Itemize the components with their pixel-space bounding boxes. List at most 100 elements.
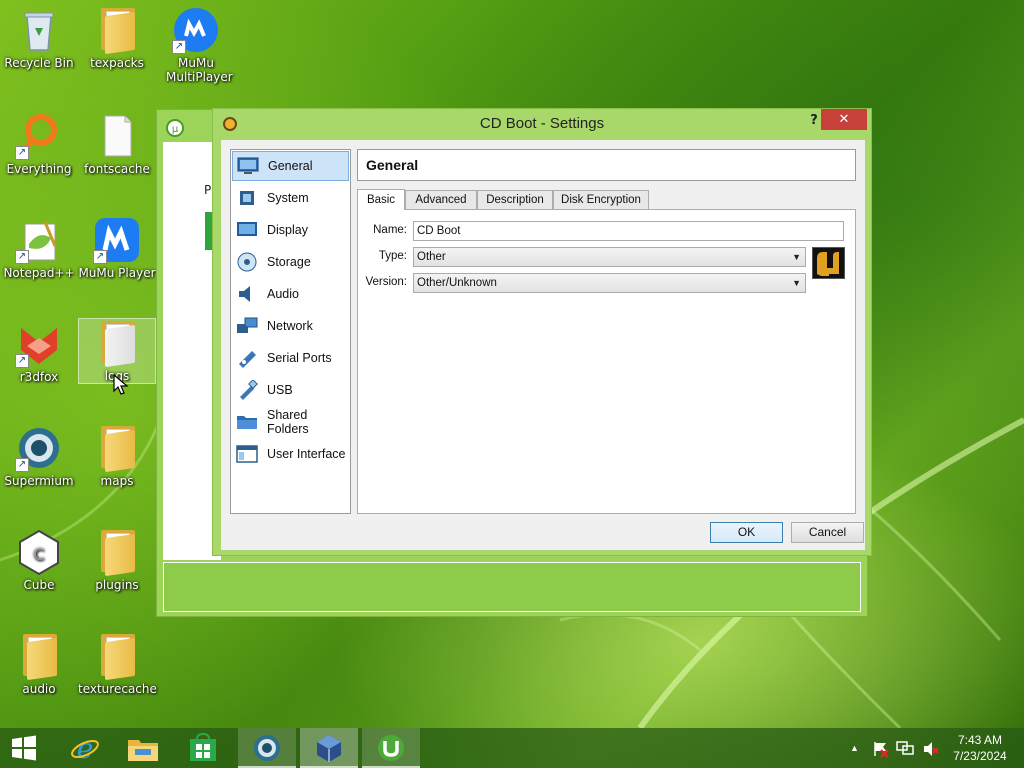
nav-item-general[interactable]: General (232, 151, 349, 181)
nav-item-system[interactable]: System (232, 183, 349, 213)
desktop-icon-label: Supermium (4, 474, 74, 488)
ok-button[interactable]: OK (710, 522, 783, 543)
folder-icon (93, 528, 141, 577)
nav-item-usb[interactable]: USB (232, 375, 349, 405)
folder-icon (93, 632, 141, 681)
file-explorer-icon (128, 740, 158, 761)
desktop-icon-fontscache[interactable]: fontscache (78, 112, 156, 176)
nav-item-serial-ports[interactable]: Serial Ports (232, 343, 349, 373)
shortcut-arrow-icon: ↗ (15, 250, 29, 264)
desktop-icon-texturecache[interactable]: texturecache (78, 632, 157, 696)
desktop-icon-texpacks[interactable]: texpacks (78, 6, 156, 70)
nav-item-label: USB (267, 383, 293, 397)
taskbar: e ▲ 7:43 AM 7/23/2024 (0, 728, 1024, 768)
dialog-title: CD Boot - Settings (479, 115, 605, 132)
show-hidden-icons-button[interactable]: ▲ (850, 728, 864, 768)
name-label: Name: (373, 224, 407, 236)
start-button[interactable] (0, 728, 48, 768)
type-label: Type: (378, 250, 407, 262)
nav-item-storage[interactable]: Storage (232, 247, 349, 277)
file-icon (93, 112, 141, 160)
desktop-icon-label: Cube (23, 578, 55, 592)
type-select[interactable]: Other ▼ (413, 247, 806, 267)
desktop-icon-mumu-multiplayer[interactable]: ↗ MuMu MultiPlayer (156, 6, 236, 84)
desktop-icon-label: MuMu Player (78, 266, 156, 280)
r3dfox-app-icon: ↗ (15, 320, 63, 368)
taskbar-virtualbox[interactable] (300, 728, 358, 768)
tab-basic[interactable]: Basic (357, 189, 405, 210)
supermium-icon (254, 735, 280, 761)
chip-icon (236, 188, 258, 208)
mumu-player-app-icon: ↗ (93, 216, 141, 264)
taskbar-supermium[interactable] (238, 728, 296, 768)
name-input[interactable]: CD Boot (413, 221, 844, 241)
taskbar-utorrent[interactable] (362, 728, 420, 768)
taskbar-clock[interactable]: 7:43 AM 7/23/2024 (944, 732, 1016, 764)
desktop-icon-supermium[interactable]: ↗ Supermium (0, 424, 78, 488)
version-label: Version: (365, 276, 407, 288)
recycle-bin-icon (15, 6, 63, 54)
shortcut-arrow-icon: ↗ (93, 250, 107, 264)
shortcut-arrow-icon: ↗ (15, 458, 29, 472)
desktop-icon-audio[interactable]: audio (0, 632, 78, 696)
shortcut-arrow-icon: ↗ (172, 40, 186, 54)
settings-dialog[interactable]: CD Boot - Settings ? ✕ General System Di… (212, 108, 872, 556)
clock-time: 7:43 AM (957, 733, 1003, 747)
mumu-multiplayer-app-icon: ↗ (172, 6, 220, 54)
utorrent-icon (378, 735, 404, 761)
desktop-icon-mumu-player[interactable]: ↗ MuMu Player (78, 216, 156, 280)
window-icon (236, 444, 258, 464)
version-select[interactable]: Other/Unknown ▼ (413, 273, 806, 293)
everything-app-icon: ↗ (15, 112, 63, 160)
close-button[interactable]: ✕ (821, 109, 867, 130)
desktop-icon-cube[interactable]: C Cube (0, 528, 78, 592)
nav-item-label: General (268, 159, 313, 173)
tab-disk-encryption[interactable]: Disk Encryption (553, 190, 649, 210)
usb-icon (236, 379, 258, 400)
cancel-button[interactable]: Cancel (791, 522, 864, 543)
folder-icon (93, 424, 141, 473)
background-window-status-area (163, 562, 861, 612)
volume-muted-icon[interactable] (922, 728, 942, 768)
nav-item-user-interface[interactable]: User Interface (232, 439, 349, 469)
desktop-icon-label: audio (22, 682, 56, 696)
desktop-icon-everything[interactable]: ↗ Everything (0, 112, 78, 176)
desktop-icon-label: MuMu MultiPlayer (166, 56, 233, 84)
nav-item-label: Display (267, 223, 308, 237)
nav-item-audio[interactable]: Audio (232, 279, 349, 309)
clock-date: 7/23/2024 (953, 749, 1007, 763)
desktop-icon-label: Notepad++ (3, 266, 75, 280)
chevron-down-icon: ▼ (792, 252, 801, 262)
tab-description[interactable]: Description (477, 190, 553, 210)
tab-advanced[interactable]: Advanced (405, 190, 477, 210)
desktop-icon-notepadpp[interactable]: ↗ Notepad++ (0, 216, 78, 280)
nav-item-shared-folders[interactable]: Shared Folders (232, 407, 349, 437)
section-title: General (357, 149, 856, 181)
folder-icon (15, 632, 63, 681)
chevron-down-icon: ▼ (792, 278, 801, 288)
windows-logo-icon (12, 735, 36, 761)
speaker-icon (236, 284, 258, 304)
virtualbox-icon (317, 735, 341, 762)
disk-icon (236, 252, 258, 272)
internet-explorer-icon: e (71, 732, 99, 764)
taskbar-store[interactable] (174, 728, 232, 768)
nav-item-display[interactable]: Display (232, 215, 349, 245)
nav-item-network[interactable]: Network (232, 311, 349, 341)
cube-app-icon: C (15, 528, 63, 576)
os-type-icon (812, 247, 845, 279)
serial-port-icon (236, 348, 258, 368)
desktop-icon-recycle-bin[interactable]: Recycle Bin (0, 6, 78, 70)
desktop-icon-label: fontscache (84, 162, 150, 176)
taskbar-internet-explorer[interactable]: e (56, 728, 114, 768)
action-center-icon[interactable] (872, 728, 892, 768)
svg-text:µ: µ (172, 124, 179, 135)
shortcut-arrow-icon: ↗ (15, 354, 29, 368)
taskbar-file-explorer[interactable] (114, 728, 172, 768)
svg-text:C: C (33, 545, 44, 564)
desktop-icon-r3dfox[interactable]: ↗ r3dfox (0, 320, 78, 384)
desktop-icon-maps[interactable]: maps (78, 424, 156, 488)
desktop-icon-plugins[interactable]: plugins (78, 528, 156, 592)
network-tray-icon[interactable] (896, 728, 918, 768)
network-icon (236, 316, 258, 336)
